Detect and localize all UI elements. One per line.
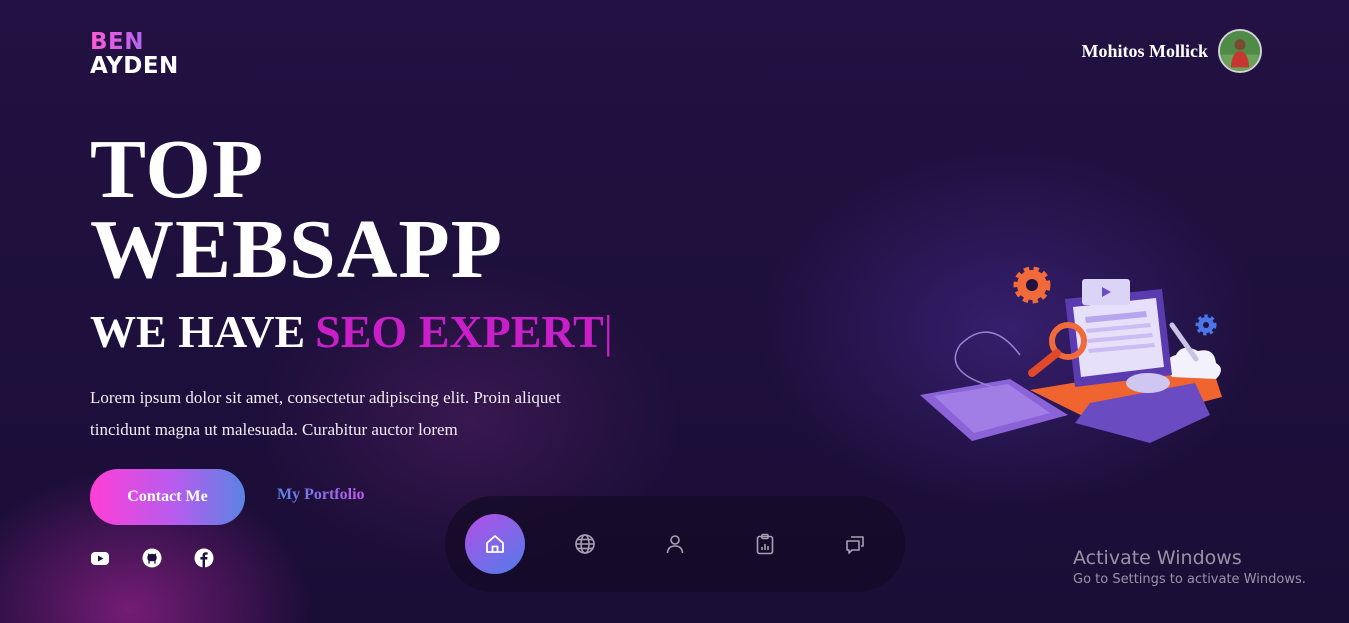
gear-large-icon	[1013, 266, 1051, 304]
avatar[interactable]	[1218, 29, 1262, 73]
hero-tagline: WE HAVE SEO EXPERT|	[90, 304, 613, 360]
user-name: Mohitos Mollick	[1081, 40, 1209, 61]
contact-me-button[interactable]: Contact Me	[90, 469, 245, 525]
watermark-title: Activate Windows	[1073, 547, 1242, 569]
bottom-nav-dock	[445, 496, 905, 592]
hero-description: Lorem ipsum dolor sit amet, consectetur …	[90, 388, 561, 439]
nav-home-button[interactable]	[465, 514, 525, 574]
typing-cursor: |	[603, 306, 613, 357]
nav-projects-button[interactable]	[735, 514, 795, 574]
nav-globe-button[interactable]	[555, 514, 615, 574]
brand-logo-line1: BEN	[90, 30, 179, 54]
nav-contact-button[interactable]	[825, 514, 885, 574]
gear-small-icon	[1195, 314, 1217, 336]
mouse	[1126, 373, 1170, 393]
hero-illustration	[920, 266, 1222, 443]
clipboard-chart-icon	[756, 533, 774, 555]
hero-title: TOP WEBSAPP	[90, 128, 503, 292]
nav-about-button[interactable]	[645, 514, 705, 574]
floating-window	[1082, 279, 1130, 305]
home-icon	[486, 535, 504, 553]
youtube-icon[interactable]	[90, 548, 110, 568]
windows-activation-watermark: Activate Windows Go to Settings to activ…	[1073, 547, 1306, 589]
watermark-subtitle: Go to Settings to activate Windows.	[1073, 572, 1306, 587]
brand-logo[interactable]: BEN AYDEN	[90, 30, 179, 78]
chat-icon	[846, 536, 864, 554]
tagline-typed-text: SEO EXPERT	[315, 306, 604, 357]
brand-logo-line2: AYDEN	[90, 53, 179, 79]
hero-title-line2: WEBSAPP	[90, 203, 504, 296]
facebook-icon[interactable]	[194, 548, 214, 568]
user-profile[interactable]: Mohitos Mollick	[1081, 29, 1262, 73]
globe-icon	[575, 534, 595, 554]
my-portfolio-link[interactable]: My Portfolio	[277, 486, 365, 504]
tagline-fixed-text: WE HAVE	[90, 306, 306, 357]
user-icon	[666, 535, 684, 554]
github-icon[interactable]	[142, 548, 162, 568]
social-links	[90, 548, 214, 568]
